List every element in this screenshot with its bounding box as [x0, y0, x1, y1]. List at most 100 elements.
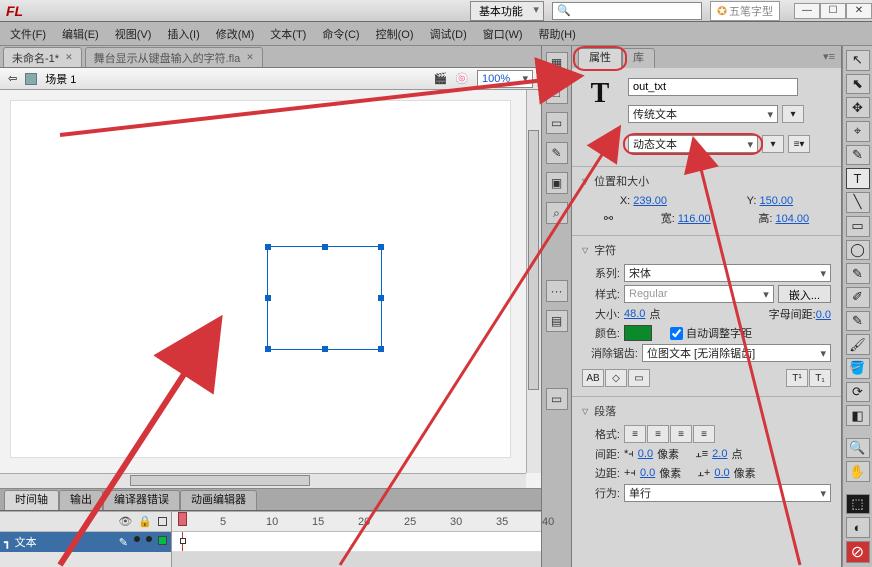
menu-window[interactable]: 窗口(W)	[483, 26, 523, 42]
close-icon[interactable]: ✕	[65, 52, 73, 63]
text-type-select[interactable]: 动态文本	[628, 135, 758, 153]
menu-file[interactable]: 文件(F)	[10, 26, 46, 42]
maximize-button[interactable]: ☐	[820, 3, 846, 19]
align-left-icon[interactable]: ≡	[624, 425, 646, 443]
align-center-icon[interactable]: ≡	[647, 425, 669, 443]
menu-modify[interactable]: 修改(M)	[216, 26, 255, 42]
dock-icon[interactable]: ✎	[546, 142, 568, 164]
oval-tool[interactable]: ◯	[846, 240, 870, 261]
indent-value[interactable]: 0.0	[638, 448, 653, 460]
font-size-value[interactable]: 48.0	[624, 308, 645, 320]
tab-compiler-errors[interactable]: 编译器错误	[103, 490, 180, 510]
panel-menu-icon[interactable]: ▾≡	[823, 50, 835, 63]
height-value[interactable]: 104.00	[775, 213, 809, 225]
x-value[interactable]: 239.00	[633, 195, 667, 207]
free-transform-tool[interactable]: ✥	[846, 97, 870, 118]
rectangle-tool[interactable]: ▭	[846, 216, 870, 237]
eraser-tool[interactable]: ◧	[846, 405, 870, 426]
frame-ruler[interactable]: 1 5 10 15 20 25 30 35 40	[172, 512, 541, 532]
menu-insert[interactable]: 插入(I)	[167, 26, 199, 42]
selectable-icon[interactable]: AB	[582, 369, 604, 387]
dock-icon[interactable]: ⌕	[546, 202, 568, 224]
pencil-tool[interactable]: ✎	[846, 263, 870, 284]
dock-icon[interactable]: □	[546, 82, 568, 104]
menu-control[interactable]: 控制(O)	[376, 26, 414, 42]
width-value[interactable]: 116.00	[678, 213, 711, 225]
close-button[interactable]: ✕	[846, 3, 872, 19]
layer-name[interactable]: 文本	[15, 534, 37, 550]
tab-library[interactable]: 库	[622, 48, 655, 68]
twirl-icon[interactable]: ▽	[582, 407, 588, 416]
layer-row[interactable]: ┓ 文本 ✎	[0, 532, 171, 552]
right-margin-value[interactable]: 0.0	[714, 467, 729, 479]
tab-output[interactable]: 输出	[59, 490, 103, 510]
selection-tool[interactable]: ↖	[846, 50, 870, 71]
fill-color[interactable]: ◐	[846, 517, 870, 538]
antialias-select[interactable]: 位图文本 [无消除锯齿]	[642, 344, 831, 362]
lasso-tool[interactable]: ⌖	[846, 121, 870, 142]
minimize-button[interactable]: —	[794, 3, 820, 19]
tab-timeline[interactable]: 时间轴	[4, 490, 59, 510]
align-right-icon[interactable]: ≡	[670, 425, 692, 443]
close-icon[interactable]: ✕	[246, 52, 254, 63]
v-scrollbar[interactable]	[526, 90, 541, 473]
instance-name-input[interactable]	[628, 78, 798, 96]
zoom-selector[interactable]: 100%	[477, 70, 533, 88]
deco-tool[interactable]: ✎	[846, 311, 870, 332]
auto-kern-checkbox[interactable]	[670, 327, 683, 340]
ime-indicator[interactable]: ✪ 五笔字型	[710, 1, 780, 21]
workspace-selector[interactable]: 基本功能	[470, 1, 544, 21]
hand-tool[interactable]: ✋	[846, 461, 870, 482]
tab-properties[interactable]: 属性	[578, 48, 622, 68]
swap-colors[interactable]: ⊘	[846, 541, 870, 563]
text-tool[interactable]: T	[846, 168, 870, 189]
eyedropper-tool[interactable]: ⟳	[846, 382, 870, 403]
line-tool[interactable]: ╲	[846, 192, 870, 213]
stroke-color[interactable]: ⬚	[846, 494, 870, 515]
edit-symbol-icon[interactable]: 🍥	[455, 72, 469, 85]
paint-bucket-tool[interactable]: 🪣	[846, 358, 870, 379]
font-style-select[interactable]: Regular	[624, 285, 774, 303]
left-margin-value[interactable]: 0.0	[640, 467, 655, 479]
twirl-icon[interactable]: ▽	[582, 246, 588, 255]
doc-tab[interactable]: 舞台显示从键盘输入的字符.fla✕	[85, 47, 263, 67]
leading-value[interactable]: 2.0	[712, 448, 727, 460]
dock-icon[interactable]: ▦	[546, 52, 568, 74]
align-justify-icon[interactable]: ≡	[693, 425, 715, 443]
menu-help[interactable]: 帮助(H)	[539, 26, 576, 42]
border-icon[interactable]: ▭	[628, 369, 650, 387]
zoom-tool[interactable]: 🔍	[846, 438, 870, 459]
menu-debug[interactable]: 调试(D)	[430, 26, 467, 42]
dock-icon[interactable]: ▤	[546, 310, 568, 332]
y-value[interactable]: 150.00	[759, 195, 793, 207]
embed-button[interactable]: 嵌入...	[778, 285, 831, 303]
doc-tab-active[interactable]: 未命名-1*✕	[3, 47, 82, 67]
lock-icon[interactable]: 🔒	[138, 515, 152, 528]
tab-motion-editor[interactable]: 动画编辑器	[180, 490, 257, 510]
dock-icon[interactable]: ▣	[546, 172, 568, 194]
html-icon[interactable]: ◇	[605, 369, 627, 387]
dropdown-icon[interactable]: ▾	[782, 105, 804, 123]
eye-icon[interactable]: 👁	[118, 515, 132, 528]
frame-row[interactable]	[172, 532, 541, 552]
back-icon[interactable]: ⇦	[8, 72, 17, 85]
subscript-icon[interactable]: T₁	[809, 369, 831, 387]
search-input[interactable]: 🔍	[552, 2, 702, 20]
dropdown-icon[interactable]: ▾	[762, 135, 784, 153]
letter-spacing-value[interactable]: 0.0	[816, 309, 831, 321]
playhead[interactable]	[178, 512, 187, 526]
lock-aspect-icon[interactable]: ⚯	[604, 212, 613, 225]
twirl-icon[interactable]: ▽	[582, 177, 588, 186]
menu-view[interactable]: 视图(V)	[115, 26, 152, 42]
edit-scene-icon[interactable]: 🎬	[434, 72, 448, 85]
scene-label[interactable]: 场景 1	[45, 71, 76, 87]
ink-bottle-tool[interactable]: 🖌	[846, 334, 870, 355]
pen-tool[interactable]: ✎	[846, 145, 870, 166]
outline-icon[interactable]	[158, 517, 167, 526]
subselection-tool[interactable]: ⬉	[846, 74, 870, 95]
selected-text-field[interactable]	[267, 246, 382, 350]
menu-text[interactable]: 文本(T)	[270, 26, 306, 42]
superscript-icon[interactable]: T¹	[786, 369, 808, 387]
stage[interactable]	[10, 100, 511, 458]
h-scrollbar[interactable]	[0, 473, 526, 488]
